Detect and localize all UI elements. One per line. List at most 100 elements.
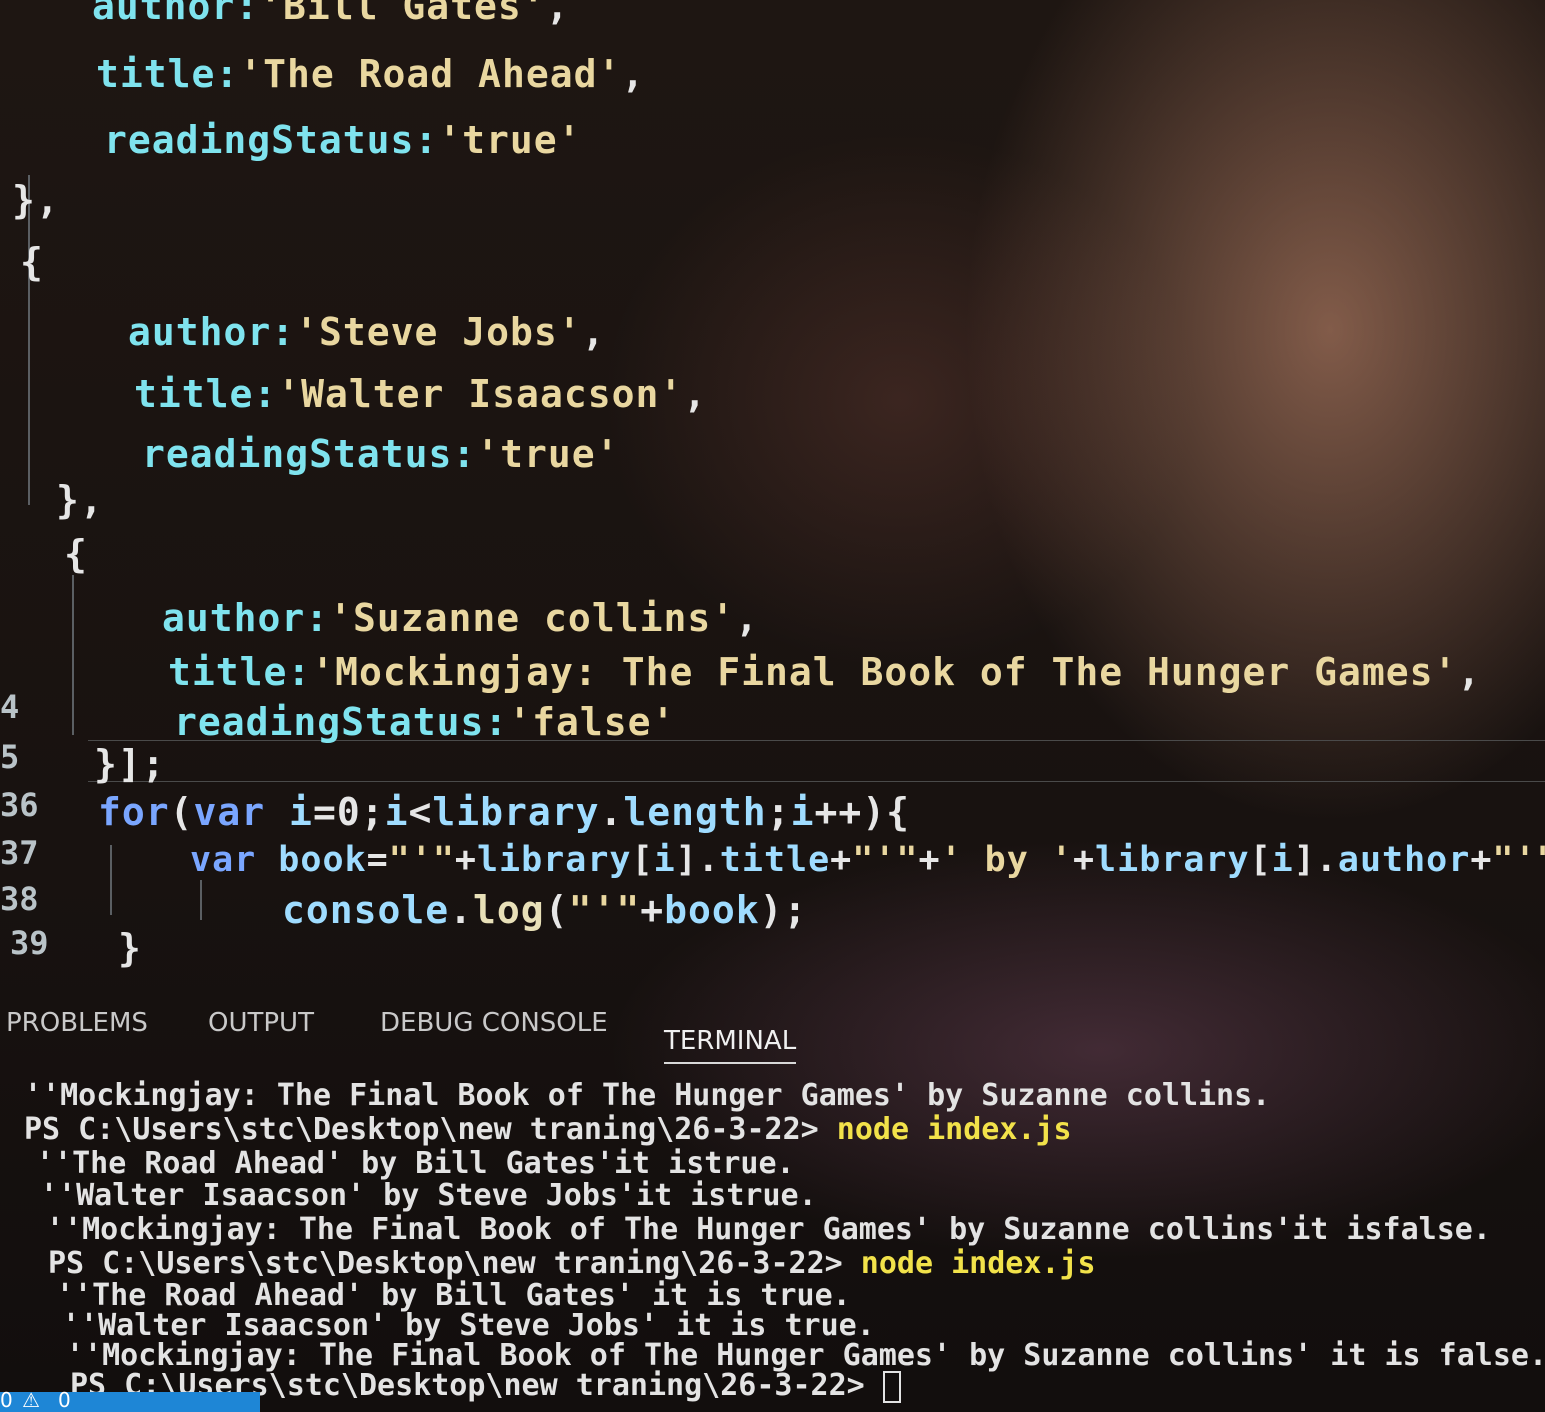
code-line[interactable]: console.log("'"+book); [282,888,807,932]
code-token: { [20,240,44,284]
code-token: 'Bill Gates' [259,0,546,28]
terminal-prompt-line: PS C:\Users\stc\Desktop\new traning\26-3… [24,1112,1072,1147]
status-bar: 0 ⚠ 0 [0,1388,260,1412]
code-token: 'Mockingjay: The Final Book of The Hunge… [311,650,1458,694]
code-token: var [193,790,290,834]
terminal-line: ''The Road Ahead' by Bill Gates'it istru… [36,1146,795,1181]
code-line[interactable]: author:'Bill Gates', [92,0,570,28]
code-token: }]; [94,742,166,786]
code-token: ++){ [814,790,910,834]
tab-problems[interactable]: PROBLEMS [6,1008,148,1038]
code-token: author: [92,0,260,28]
code-token: }, [56,478,104,522]
error-count[interactable]: 0 [0,1388,13,1412]
indent-guide [200,880,202,920]
line-number: 37 [0,834,39,872]
code-token: 'Suzanne collins' [329,596,736,640]
terminal-line: ''Mockingjay: The Final Book of The Hung… [46,1212,1491,1247]
code-token: ( [169,790,194,834]
code-line[interactable]: }]; [94,742,166,786]
code-line[interactable]: title:'Walter Isaacson', [134,372,707,416]
indent-guide [72,575,74,735]
code-token: + [1072,840,1096,880]
line-number: 5 [0,738,20,776]
code-token: readingStatus: [104,118,439,162]
code-line[interactable]: author:'Suzanne collins', [162,596,759,640]
code-token: ; [766,790,791,834]
tab-terminal[interactable]: TERMINAL [664,1026,797,1064]
terminal-line: ''Mockingjay: The Final Book of The Hung… [24,1078,1271,1113]
code-line[interactable]: title:'The Road Ahead', [96,52,645,96]
tab-debug-console[interactable]: DEBUG CONSOLE [380,1008,608,1038]
code-editor[interactable]: 4 5 36 37 38 39 author:'Bill Gates', tit… [0,0,1545,985]
code-token: 'Steve Jobs' [295,310,582,354]
code-line[interactable]: readingStatus:'true' [104,118,582,162]
code-token: library [432,790,600,834]
code-line[interactable]: }, [56,478,104,522]
bottom-panel: PROBLEMS OUTPUT DEBUG CONSOLE TERMINAL '… [0,990,1545,1412]
line-number: 39 [10,924,49,962]
code-token: [ [1249,840,1272,880]
code-token: ); [759,888,808,932]
code-token: { [64,532,88,576]
code-token: 'Walter Isaacson' [277,372,684,416]
code-token: "'" [388,840,455,880]
code-token: i [653,840,676,880]
code-token: author: [128,310,296,354]
code-token: =0; [312,790,385,834]
code-token: "'" [568,888,641,932]
terminal-line: ''Walter Isaacson' by Steve Jobs'it istr… [40,1178,817,1213]
code-token: 'true' [476,432,620,476]
code-token: ]. [675,840,720,880]
code-token: + [640,888,665,932]
code-line[interactable]: } [118,926,142,970]
code-token: + [1470,840,1493,880]
code-token: var [190,840,279,880]
code-token: book [664,888,760,932]
code-token: log [473,888,545,932]
tab-output[interactable]: OUTPUT [208,1008,314,1038]
code-line[interactable]: { [20,240,44,284]
code-line[interactable]: readingStatus:'true' [142,432,620,476]
code-token: + [918,840,941,880]
code-token: = [366,840,389,880]
code-token: < [408,790,433,834]
code-token: , [1457,650,1482,694]
warning-icon: ⚠ [22,1388,40,1412]
code-token: console [282,888,450,932]
code-token: + [830,840,853,880]
indent-guide [110,845,112,915]
indent-guide [28,175,30,505]
code-token: [ [631,840,654,880]
code-token: length [623,790,767,834]
code-token: , [683,372,708,416]
code-token: readingStatus: [174,700,509,744]
code-line[interactable]: { [64,532,88,576]
code-token: i [790,790,815,834]
code-line[interactable]: author:'Steve Jobs', [128,310,606,354]
code-token: , [621,52,646,96]
code-token: title [719,840,831,880]
code-token: readingStatus: [142,432,477,476]
code-token: }, [12,178,60,222]
code-token: for [98,790,170,834]
warning-count[interactable]: 0 [58,1388,71,1412]
code-token: author [1337,840,1471,880]
code-token: , [545,0,570,28]
code-token: i [289,790,313,834]
code-token: library [1095,840,1250,880]
code-token: , [735,596,759,640]
terminal-prompt-line: PS C:\Users\stc\Desktop\new traning\26-3… [48,1246,1096,1281]
code-line[interactable]: readingStatus:'false' [174,700,675,744]
code-token: 'true' [438,118,582,162]
terminal-cursor [882,1370,901,1403]
code-token: library [476,840,632,880]
code-token: "'" [1492,840,1545,880]
code-token: author: [162,596,330,640]
code-line[interactable]: for(var i=0;i<library.length;i++){ [98,790,910,834]
code-line[interactable]: title:'Mockingjay: The Final Book of The… [168,650,1481,694]
code-line[interactable]: var book="'"+library[i].title+"'"+' by '… [190,840,1545,880]
code-line[interactable]: }, [12,178,60,222]
code-token: title: [96,52,240,96]
code-token: title: [134,372,278,416]
